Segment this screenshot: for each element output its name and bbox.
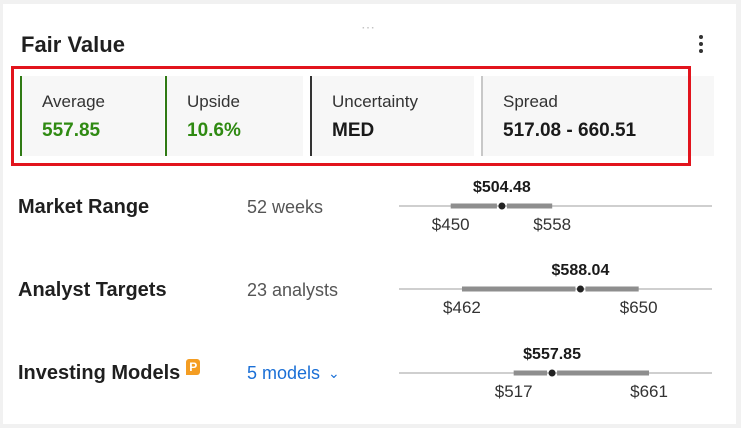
models-high-label: $661 [630, 382, 668, 401]
models-current-marker [548, 369, 556, 377]
analyst-high-label: $650 [620, 298, 658, 317]
range-charts: $504.48 $450 $558 $588.04 $462 $650 $557.85 $51… [399, 179, 712, 401]
market-high-label: $558 [533, 215, 571, 234]
analyst-low-label: $462 [443, 298, 481, 317]
market-current-label: $504.48 [473, 179, 531, 196]
models-current-label: $557.85 [523, 346, 581, 363]
market-low-label: $450 [432, 215, 470, 234]
analyst-current-label: $588.04 [552, 262, 610, 279]
market-current-marker [498, 202, 506, 210]
models-low-label: $517 [495, 382, 533, 401]
analyst-current-marker [576, 285, 584, 293]
